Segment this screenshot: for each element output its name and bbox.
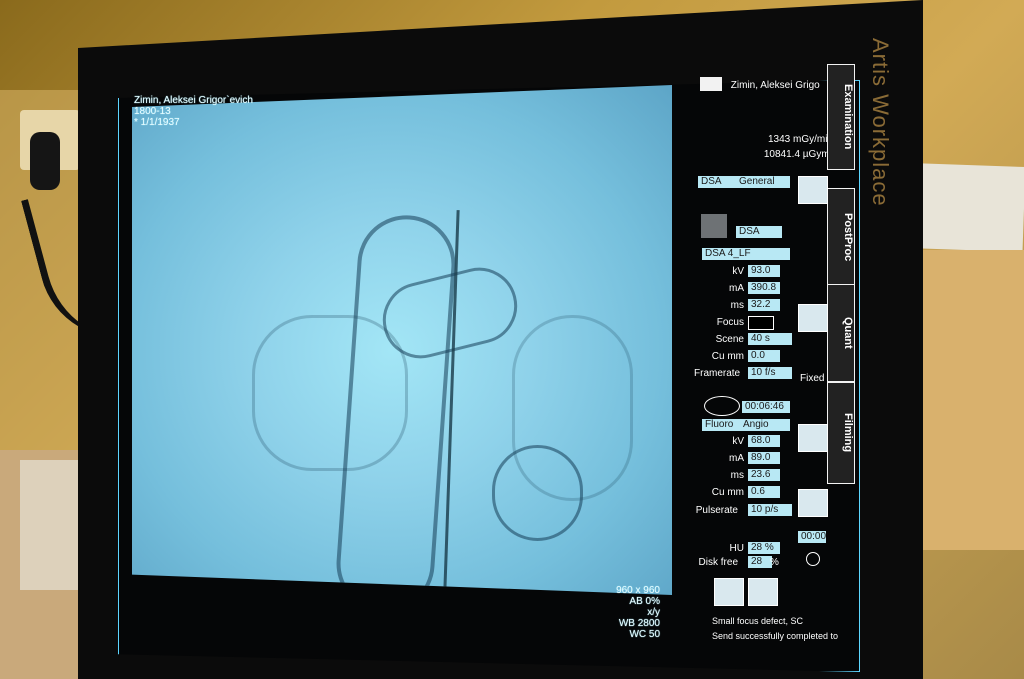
xy-label: x/y: [647, 607, 660, 618]
tab-filming[interactable]: Filming: [827, 382, 855, 484]
focus-indicator[interactable]: [748, 316, 774, 330]
panel-patient-name: Zimin, Aleksei Grigo: [730, 80, 820, 91]
hu-field: 28 %: [748, 542, 780, 554]
fluoro-field[interactable]: Fluoro: [702, 419, 744, 431]
left-organ-shadow: [252, 315, 408, 471]
ms2-field[interactable]: 23.6: [748, 469, 780, 481]
right-organ-shadow: [512, 315, 633, 501]
control-panel: Zimin, Aleksei Grigo 1343 mGy/min 10841.…: [690, 64, 855, 664]
ma2-field[interactable]: 89.0: [748, 452, 780, 464]
disk-label: Disk free: [698, 557, 738, 568]
fluoro-type-field[interactable]: Angio: [740, 419, 790, 431]
image-button[interactable]: [798, 489, 828, 517]
disk-field: 28: [748, 556, 772, 568]
cu2-field[interactable]: 0.6: [748, 486, 780, 498]
fixed-label: Fixed: [800, 373, 825, 384]
background-panel: [914, 250, 1024, 550]
image-parameters: 960 x 960 AB 0% x/y WB 2800 WC 50: [616, 585, 660, 640]
dose-display: 1343 mGy/min 10841.4 µGym²: [764, 132, 833, 162]
tab-examination[interactable]: Examination: [827, 64, 855, 170]
ms-label: ms: [730, 300, 744, 311]
patient-name: Zimin, Aleksei Grigor`evich: [134, 95, 253, 106]
send-button[interactable]: [714, 578, 744, 606]
ms-field[interactable]: 32.2: [748, 299, 780, 311]
hu-label: HU: [729, 543, 744, 554]
tab-quant[interactable]: Quant: [827, 284, 855, 382]
status-message-1: Small focus defect, SC: [712, 616, 804, 626]
pulserate-dropdown[interactable]: 10 p/s: [748, 504, 792, 516]
layout-button[interactable]: [798, 176, 828, 204]
filming-button[interactable]: [798, 424, 828, 452]
mode-field[interactable]: DSA: [698, 176, 740, 188]
matrix-size: 960 x 960: [616, 585, 660, 596]
network-button[interactable]: [748, 578, 778, 606]
program-field[interactable]: DSA: [736, 226, 782, 238]
wb-value: WB 2800: [618, 618, 660, 629]
dose-rate: 1343 mGy/min: [767, 134, 833, 145]
ma-field[interactable]: 390.8: [748, 282, 780, 294]
focus-label: Focus: [716, 317, 744, 328]
clock-icon: [806, 552, 820, 566]
cu-field[interactable]: 0.0: [748, 350, 780, 362]
wc-value: WC 50: [629, 629, 660, 640]
ms2-label: ms: [730, 470, 744, 481]
status-message-2: Send successfully completed to: [712, 631, 839, 641]
preset-dropdown[interactable]: DSA 4_LF: [702, 248, 790, 260]
pulserate-label: Pulserate: [695, 505, 738, 516]
kv-field[interactable]: 93.0: [748, 265, 780, 277]
kv2-field[interactable]: 68.0: [748, 435, 780, 447]
tab-postproc[interactable]: PostProc: [827, 188, 855, 286]
ma2-label: mA: [729, 453, 744, 464]
dose-area-product: 10841.4 µGym²: [763, 149, 833, 160]
brand-label: Artis Workplace: [868, 38, 893, 207]
angiography-image: [132, 85, 672, 595]
kv-label: kV: [732, 266, 744, 277]
quant-button[interactable]: [798, 304, 828, 332]
power-plug: [30, 132, 60, 190]
mode-type-field[interactable]: General: [736, 176, 790, 188]
tube-icon: [701, 214, 727, 238]
scene-dropdown[interactable]: 40 s: [748, 333, 792, 345]
birth-date: * 1/1/1937: [134, 117, 180, 128]
cu-label: Cu mm: [711, 351, 744, 362]
cu2-label: Cu mm: [711, 487, 744, 498]
ma-label: mA: [729, 283, 744, 294]
disk-unit: %: [770, 557, 779, 568]
patient-id: 1800-13: [134, 106, 171, 117]
ab-value: AB 0%: [629, 596, 660, 607]
counter-field: 00:00: [798, 531, 826, 543]
folder-icon[interactable]: [700, 77, 722, 91]
kv2-label: kV: [732, 436, 744, 447]
scene-label: Scene: [715, 334, 744, 345]
status-area: Small focus defect, SC Send successfully…: [712, 614, 838, 644]
patient-overlay: Zimin, Aleksei Grigor`evich 1800-13 * 1/…: [134, 95, 253, 128]
paper-document: [907, 163, 1024, 252]
timer-field: 00:06:46: [742, 401, 790, 413]
framerate-label: Framerate: [694, 368, 741, 379]
eye-icon: [704, 396, 740, 416]
framerate-dropdown[interactable]: 10 f/s: [748, 367, 792, 379]
